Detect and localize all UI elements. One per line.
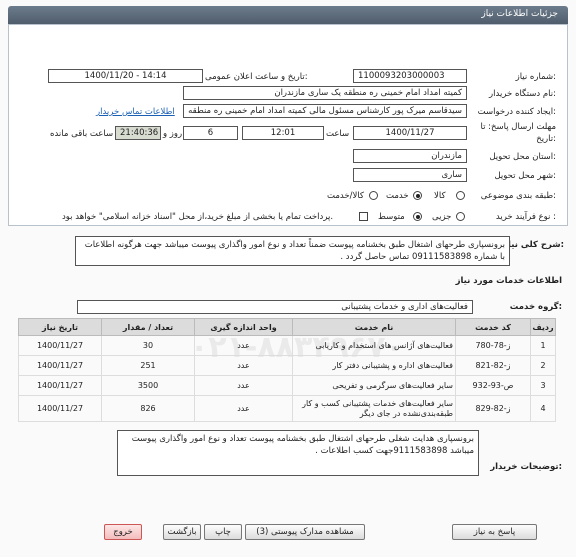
buyer-notes-text: برونسپاری هدایت شغلی طرحهای اشتغال طبق ب… — [117, 430, 479, 476]
cell-code: ز-82-821 — [455, 355, 531, 376]
cell-name: سایر فعالیت‌های خدمات پشتیبانی کسب و کار… — [292, 395, 456, 422]
treasury-payment-checkbox[interactable] — [359, 212, 368, 221]
col-date: تاریخ نیاز — [18, 318, 102, 336]
cell-name: فعالیت‌های اداره و پشتیبانی دفتر کار — [292, 355, 456, 376]
process-label: نوع فرآیند خرید : — [495, 212, 556, 222]
city-field: ساری — [353, 168, 467, 182]
deadline-time-field: 12:01 — [242, 126, 324, 140]
days-field: 6 — [183, 126, 238, 140]
table-header-row: ردیف کد خدمت نام خدمت واحد اندازه گیری ت… — [18, 318, 556, 336]
category-goods-label: کالا — [434, 191, 446, 201]
cell-date: 1400/11/27 — [18, 375, 102, 396]
cell-date: 1400/11/27 — [18, 395, 102, 422]
titlebar: جزئیات اطلاعات نیاز — [8, 6, 568, 24]
deadline-label: مهلت ارسال پاسخ: تا — [480, 122, 556, 132]
process-medium-radio[interactable] — [413, 212, 422, 221]
category-goods-service-radio[interactable] — [369, 191, 378, 200]
treasury-payment-note: پرداخت تمام یا بخشی از مبلغ خرید،از محل … — [62, 212, 334, 222]
deadline-date-label: تاریخ: — [536, 134, 556, 144]
need-number-label: شماره نیاز: — [515, 72, 556, 82]
category-service-radio[interactable] — [413, 191, 422, 200]
process-small-radio[interactable] — [456, 212, 465, 221]
cell-row: 4 — [530, 395, 556, 422]
col-qty: تعداد / مقدار — [101, 318, 195, 336]
deadline-date-field: 1400/11/27 — [353, 126, 467, 140]
cell-code: ز-78-780 — [455, 335, 531, 356]
category-label: طبقه بندی موضوعی: — [480, 191, 556, 201]
services-section-title: اطلاعات خدمات مورد نیاز — [455, 276, 562, 286]
table-row: 4 ز-82-829 سایر فعالیت‌های خدمات پشتیبان… — [18, 395, 556, 422]
cell-row: 2 — [530, 355, 556, 376]
process-medium-label: متوسط — [378, 212, 405, 222]
col-name: نام خدمت — [292, 318, 456, 336]
cell-date: 1400/11/27 — [18, 335, 102, 356]
cell-unit: عدد — [194, 395, 293, 422]
table-row: 1 ز-78-780 فعالیت‌های آژانس های استخدام … — [18, 335, 556, 356]
process-small-label: جزیی — [432, 212, 452, 222]
cell-unit: عدد — [194, 335, 293, 356]
creator-label: ایجاد کننده درخواست: — [477, 107, 556, 117]
announce-label: تاریخ و ساعت اعلان عمومی: — [205, 72, 308, 82]
days-label: روز و — [163, 129, 183, 139]
cell-code: ص-93-932 — [455, 375, 531, 396]
category-service-label: خدمت — [386, 191, 409, 201]
city-label: شهر محل تحویل: — [494, 171, 556, 181]
province-label: استان محل تحویل: — [489, 152, 556, 162]
table-row: 2 ز-82-821 فعالیت‌های اداره و پشتیبانی د… — [18, 355, 556, 376]
print-button[interactable]: چاپ — [204, 524, 242, 540]
cell-qty: 251 — [101, 355, 195, 376]
time-label: ساعت — [326, 129, 350, 139]
cell-name: سایر فعالیت‌های سرگرمی و تفریحی — [292, 375, 456, 396]
reply-button[interactable]: پاسخ به نیاز — [452, 524, 537, 540]
page-title: جزئیات اطلاعات نیاز — [481, 9, 558, 19]
services-table: ردیف کد خدمت نام خدمت واحد اندازه گیری ت… — [18, 318, 556, 422]
table-row: 3 ص-93-932 سایر فعالیت‌های سرگرمی و تفری… — [18, 375, 556, 396]
back-button[interactable]: بازگشت — [163, 524, 201, 540]
page: ۰۲۱۰۱۰ ۰۲۱-۸۸۳۴۹۶۷۰ جزئیات اطلاعات نیاز … — [0, 0, 576, 557]
cell-qty: 3500 — [101, 375, 195, 396]
cell-qty: 826 — [101, 395, 195, 422]
category-goods-radio[interactable] — [456, 191, 465, 200]
cell-code: ز-82-829 — [455, 395, 531, 422]
col-code: کد خدمت — [455, 318, 531, 336]
exit-button[interactable]: خروج — [104, 524, 142, 540]
buyer-notes-label: توضیحات خریدار: — [490, 462, 562, 472]
summary-text: برونسپاری طرحهای اشتغال طبق بخشنامه پیوس… — [75, 236, 510, 266]
col-unit: واحد اندازه گیری — [194, 318, 293, 336]
cell-unit: عدد — [194, 375, 293, 396]
view-attachments-button[interactable]: مشاهده مدارک پیوستی (3) — [245, 524, 365, 540]
cell-name: فعالیت‌های آژانس های استخدام و کاریابی — [292, 335, 456, 356]
province-field: مازندران — [353, 149, 467, 163]
service-group-label: گروه خدمت: — [509, 302, 562, 312]
contact-info-link[interactable]: اطلاعات تماس خریدار — [96, 107, 175, 117]
cell-unit: عدد — [194, 355, 293, 376]
summary-label: شرح کلی نیاز: — [503, 240, 564, 250]
col-row: ردیف — [530, 318, 556, 336]
buyer-field: کمیته امداد امام خمینی ره منطقه یک ساری … — [183, 86, 467, 100]
cell-qty: 30 — [101, 335, 195, 356]
buyer-label: نام دستگاه خریدار: — [489, 89, 556, 99]
cell-row: 1 — [530, 335, 556, 356]
need-number-field: 1100093203000003 — [353, 69, 467, 83]
remaining-time-field: 21:40:36 — [115, 126, 161, 140]
service-group-field: فعالیت‌های اداری و خدمات پشتیبانی — [77, 300, 473, 314]
category-goods-service-label: کالا/خدمت — [327, 191, 364, 201]
creator-field: سیدقاسم میرک پور کارشناس مسئول مالی کمیت… — [183, 104, 467, 118]
cell-row: 3 — [530, 375, 556, 396]
cell-date: 1400/11/27 — [18, 355, 102, 376]
announce-date-field: 1400/11/20 - 14:14 — [48, 69, 203, 83]
remaining-label: ساعت باقی مانده — [50, 129, 114, 139]
